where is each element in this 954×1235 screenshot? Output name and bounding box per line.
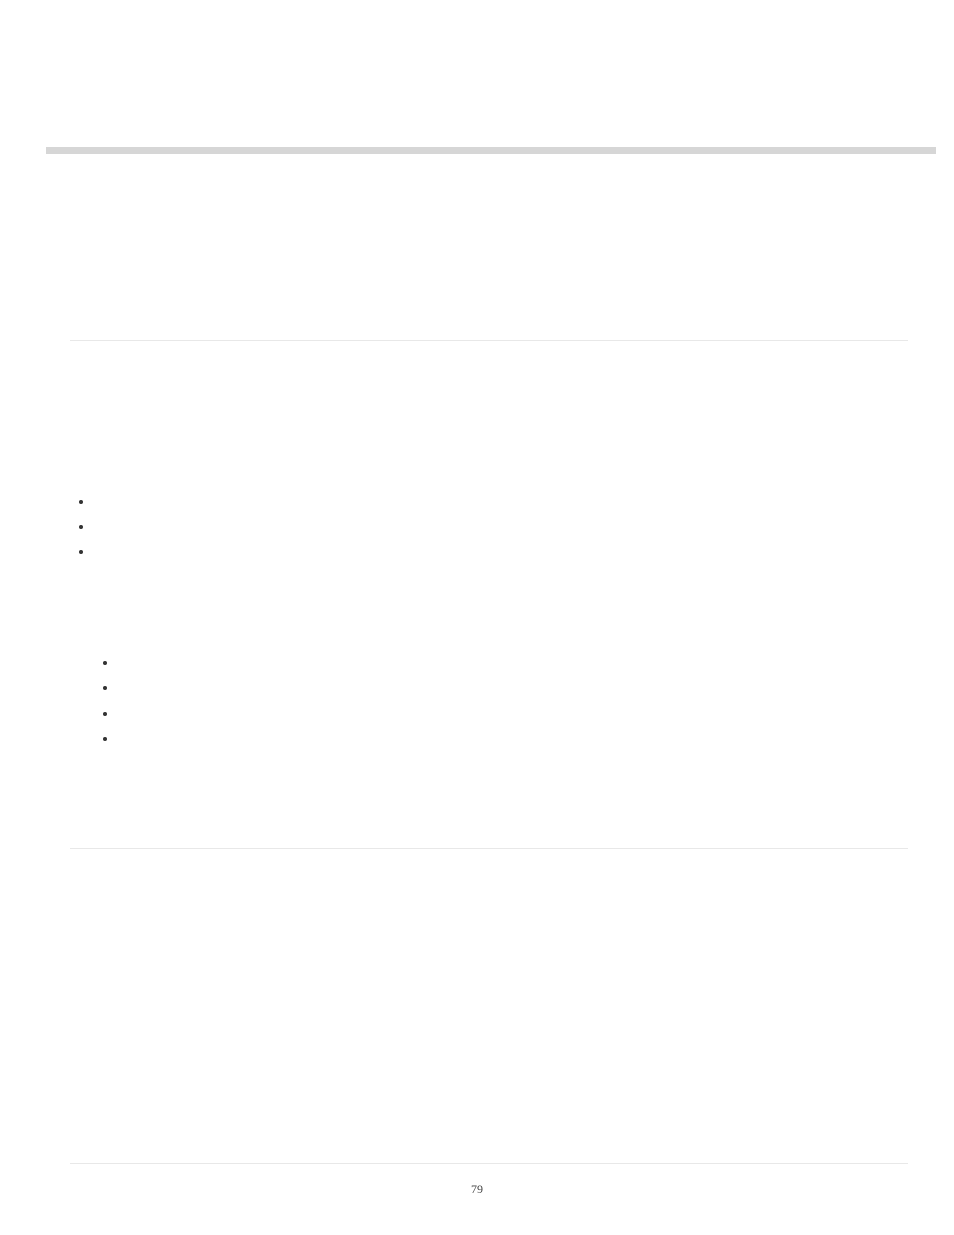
header-rule-thick — [46, 147, 936, 154]
page-number: 79 — [0, 1182, 954, 1197]
bullet-icon — [103, 712, 107, 716]
bullet-icon — [79, 550, 83, 554]
bullet-icon — [79, 525, 83, 529]
bullet-icon — [79, 500, 83, 504]
bullet-icon — [103, 661, 107, 665]
section-divider — [70, 340, 908, 341]
bullet-icon — [103, 737, 107, 741]
bullet-icon — [103, 686, 107, 690]
section-divider — [70, 1163, 908, 1164]
section-divider — [70, 848, 908, 849]
